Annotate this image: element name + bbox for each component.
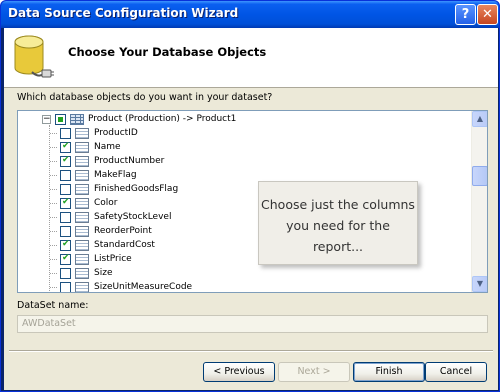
tree-column-row[interactable]: StandardCost	[60, 238, 155, 252]
dialog-body: Choose Your Database Objects Which datab…	[4, 28, 498, 390]
objects-prompt: Which database objects do you want in yo…	[17, 92, 273, 103]
scroll-up-button[interactable]: ▲	[472, 111, 487, 127]
callout-line-2: you need for the	[286, 218, 390, 233]
tree-table-node[interactable]: − Product (Production) -> Product1	[42, 112, 236, 126]
column-label: SafetyStockLevel	[94, 212, 172, 222]
column-checkbox[interactable]	[60, 211, 71, 223]
tree-guide-branch	[50, 203, 57, 204]
help-button[interactable]: ?	[455, 4, 476, 25]
dataset-name-label: DataSet name:	[17, 300, 89, 311]
callout-line-1: Choose just the columns	[261, 197, 415, 212]
table-icon	[70, 113, 84, 125]
column-label: FinishedGoodsFlag	[94, 184, 179, 194]
column-checkbox[interactable]	[60, 253, 71, 265]
column-label: Color	[94, 198, 118, 208]
tree-column-row[interactable]: Name	[60, 140, 121, 154]
column-label: ListPrice	[94, 254, 132, 264]
column-icon	[75, 183, 89, 195]
tree-column-row[interactable]: ProductNumber	[60, 154, 164, 168]
title-bar[interactable]: Data Source Configuration Wizard ? ✕	[1, 1, 499, 28]
tree-guide-branch	[50, 245, 57, 246]
column-checkbox[interactable]	[60, 155, 71, 167]
cancel-button[interactable]: Cancel	[425, 362, 487, 382]
column-checkbox[interactable]	[60, 197, 71, 209]
tree-guide-branch	[50, 259, 57, 260]
column-label: ProductID	[94, 128, 138, 138]
tree-column-row[interactable]: ReorderPoint	[60, 224, 152, 238]
scroll-thumb[interactable]	[472, 166, 487, 186]
tree-guide-branch	[50, 273, 57, 274]
tree-column-row[interactable]: Size	[60, 266, 112, 280]
column-checkbox[interactable]	[60, 169, 71, 181]
column-label: Name	[94, 142, 121, 152]
window-title: Data Source Configuration Wizard	[8, 6, 239, 20]
tree-guide-branch	[50, 133, 57, 134]
dataset-name-field: AWDataSet	[17, 315, 488, 333]
scroll-down-button[interactable]: ▼	[472, 276, 487, 292]
tree-scrollbar[interactable]: ▲ ▼	[471, 111, 487, 292]
column-icon	[75, 141, 89, 153]
table-checkbox[interactable]	[55, 113, 66, 125]
column-checkbox[interactable]	[60, 127, 71, 139]
tree-column-row[interactable]: SizeUnitMeasureCode	[60, 280, 193, 292]
tree-guide-branch	[50, 231, 57, 232]
column-checkbox[interactable]	[60, 267, 71, 279]
column-checkbox[interactable]	[60, 183, 71, 195]
tree-column-row[interactable]: Color	[60, 196, 118, 210]
page-title: Choose Your Database Objects	[68, 45, 267, 59]
column-checkbox[interactable]	[60, 281, 71, 292]
callout-line-3: report...	[312, 239, 364, 254]
column-icon	[75, 253, 89, 265]
tree-guide-branch	[50, 161, 57, 162]
tree-column-row[interactable]: SafetyStockLevel	[60, 210, 171, 224]
tree-guide-branch	[50, 147, 57, 148]
column-icon	[75, 211, 89, 223]
column-checkbox[interactable]	[60, 239, 71, 251]
close-button[interactable]: ✕	[477, 4, 498, 25]
column-label: ProductNumber	[94, 156, 165, 166]
tree-column-row[interactable]: MakeFlag	[60, 168, 137, 182]
tree-column-row[interactable]: ProductID	[60, 126, 138, 140]
collapse-icon[interactable]: −	[42, 114, 51, 124]
tree-guide-branch	[50, 287, 57, 288]
previous-button[interactable]: < Previous	[203, 362, 275, 382]
tree-guide-branch	[50, 217, 57, 218]
column-checkbox[interactable]	[60, 141, 71, 153]
button-separator	[9, 350, 493, 352]
annotation-callout: Choose just the columns you need for the…	[258, 181, 418, 265]
column-icon	[75, 197, 89, 209]
column-icon	[75, 281, 89, 292]
column-label: Size	[94, 268, 113, 278]
finish-button[interactable]: Finish	[353, 362, 425, 382]
column-icon	[75, 169, 89, 181]
column-icon	[75, 155, 89, 167]
tree-guide-branch	[50, 189, 57, 190]
column-label: MakeFlag	[94, 170, 137, 180]
column-label: StandardCost	[94, 240, 155, 250]
tree-guide-line	[49, 125, 50, 292]
tree-column-row[interactable]: FinishedGoodsFlag	[60, 182, 178, 196]
wizard-window: Data Source Configuration Wizard ? ✕ Cho…	[0, 0, 500, 392]
column-label: ReorderPoint	[94, 226, 152, 236]
tree-column-row[interactable]: ListPrice	[60, 252, 132, 266]
column-icon	[75, 239, 89, 251]
wizard-header: Choose Your Database Objects	[4, 28, 498, 88]
column-icon	[75, 267, 89, 279]
tree-guide-branch	[50, 175, 57, 176]
column-icon	[75, 225, 89, 237]
database-plug-icon	[14, 35, 54, 78]
next-button[interactable]: Next >	[278, 362, 350, 382]
column-checkbox[interactable]	[60, 225, 71, 237]
column-icon	[75, 127, 89, 139]
table-label: Product (Production) -> Product1	[88, 114, 237, 124]
column-label: SizeUnitMeasureCode	[94, 282, 193, 292]
